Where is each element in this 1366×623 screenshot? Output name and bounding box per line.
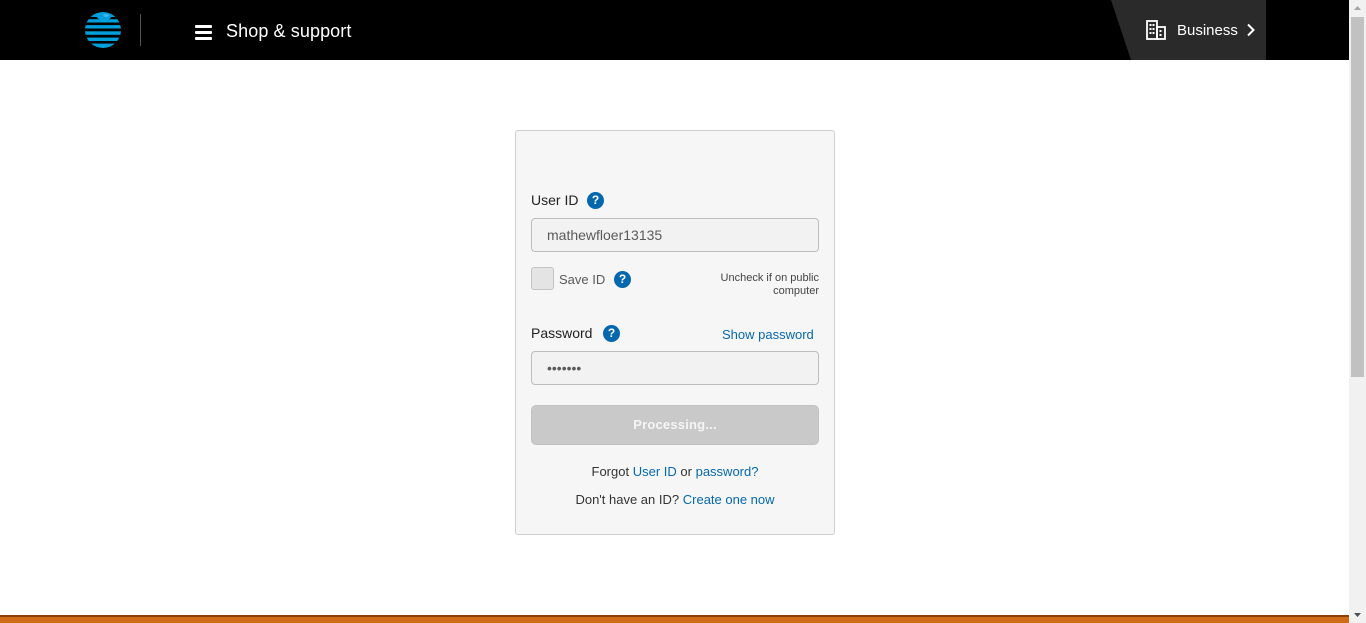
uncheck-note-line1: Uncheck if on public	[720, 272, 819, 284]
forgot-password-text: password	[695, 464, 752, 479]
show-password-link[interactable]: Show password	[722, 327, 814, 342]
page-viewport: Shop & support Business User ID ? mathew…	[0, 0, 1349, 623]
business-label: Business	[1177, 21, 1238, 39]
password-label: Password	[531, 325, 593, 341]
password-input[interactable]	[531, 351, 819, 385]
building-icon	[1146, 20, 1166, 40]
password-help-icon[interactable]: ?	[603, 325, 620, 342]
att-globe-icon[interactable]	[84, 11, 122, 49]
save-id-help-icon[interactable]: ?	[614, 271, 631, 288]
save-id-label: Save ID	[559, 272, 606, 287]
forgot-prefix: Forgot	[591, 464, 630, 479]
save-id-checkbox[interactable]	[531, 267, 554, 290]
chevron-right-icon	[1247, 23, 1255, 37]
forgot-credentials: Forgot User ID or password?	[516, 464, 834, 479]
user-id-help-icon[interactable]: ?	[587, 192, 604, 209]
user-id-label: User ID	[531, 192, 579, 208]
forgot-user-id-link[interactable]: User ID	[633, 464, 677, 479]
sign-in-button[interactable]: Processing...	[531, 405, 819, 445]
no-id-text: Don't have an ID?	[575, 492, 680, 507]
scroll-up-arrow-icon[interactable]	[1349, 0, 1366, 17]
uncheck-note-line2: computer	[773, 285, 819, 297]
global-header: Shop & support Business	[0, 0, 1349, 60]
forgot-password-link[interactable]: password?	[696, 464, 759, 479]
footer-accent-bar	[0, 615, 1349, 623]
forgot-or: or	[680, 464, 692, 479]
create-one-now-link[interactable]: Create one now	[683, 492, 775, 507]
forgot-password-suffix: ?	[751, 464, 759, 479]
header-divider	[140, 14, 141, 46]
scroll-down-arrow-icon[interactable]	[1349, 606, 1366, 623]
business-link[interactable]: Business	[1111, 0, 1266, 60]
vertical-scrollbar[interactable]	[1349, 0, 1366, 623]
shop-support-menu-button[interactable]: Shop & support	[194, 14, 351, 48]
hamburger-menu-icon	[194, 24, 214, 40]
create-account-row: Don't have an ID? Create one now	[516, 492, 834, 507]
menu-label: Shop & support	[226, 20, 352, 41]
login-card: User ID ? Save ID ? Uncheck if on public…	[515, 130, 835, 535]
user-id-input[interactable]	[531, 218, 819, 252]
scrollbar-thumb[interactable]	[1351, 17, 1364, 377]
uncheck-note: Uncheck if on public computer	[699, 272, 819, 298]
